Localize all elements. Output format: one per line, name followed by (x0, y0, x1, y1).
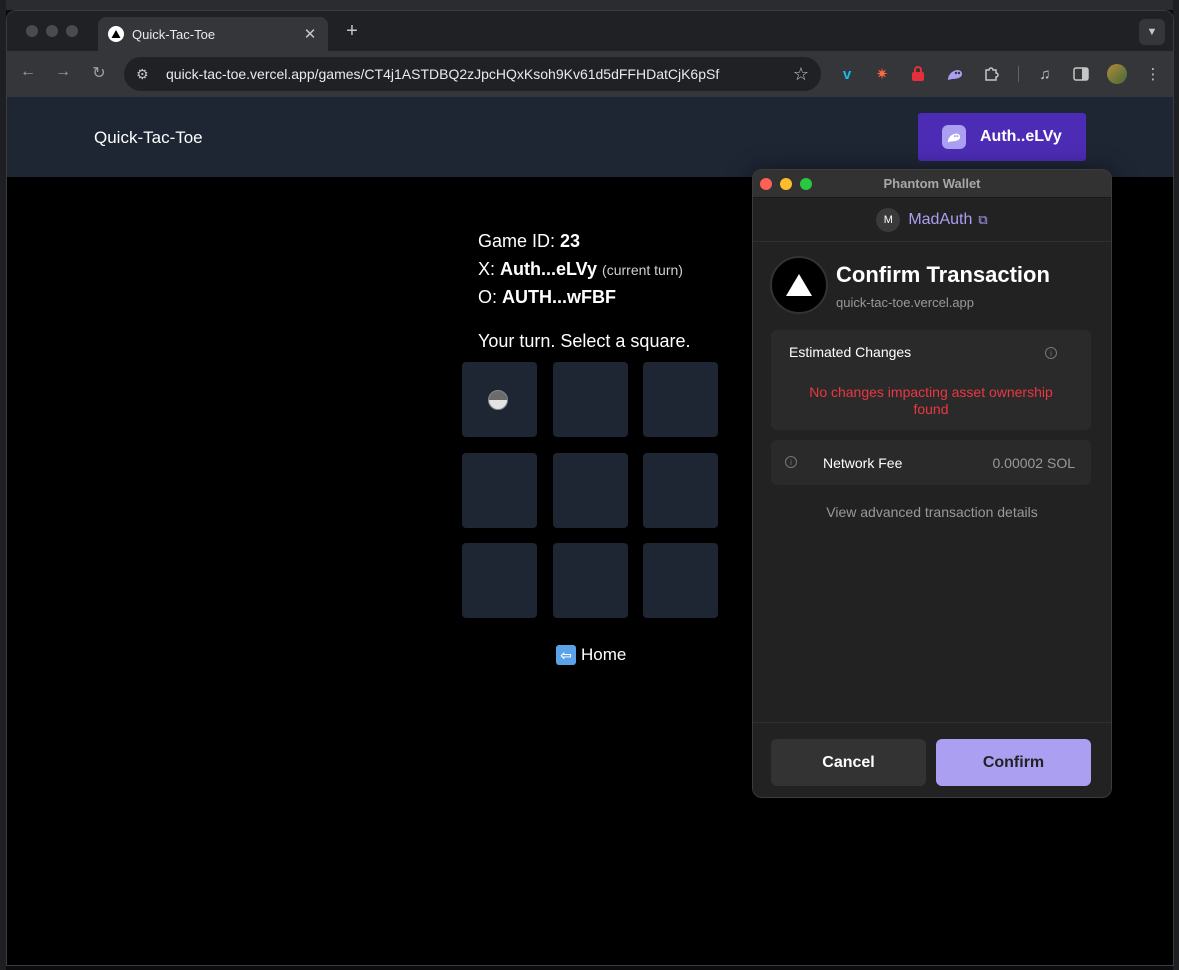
estimated-changes-card: Estimated Changes i No changes impacting… (771, 330, 1091, 430)
site-settings-icon[interactable]: ⚙ (136, 66, 156, 83)
loading-cursor-icon (488, 390, 508, 410)
forward-icon[interactable]: → (52, 63, 74, 81)
vercel-favicon-icon (108, 26, 124, 42)
phantom-icon (942, 125, 966, 149)
phantom-wallet-popup: Phantom Wallet M MadAuth ⧉ Confirm Trans… (752, 169, 1112, 798)
confirm-button[interactable]: Confirm (936, 739, 1091, 786)
close-icon[interactable]: ✕ (302, 25, 318, 43)
popup-titlebar: Phantom Wallet (753, 170, 1111, 198)
player-o-address: AUTH...wFBF (502, 287, 617, 307)
player-o-label: O: (478, 287, 503, 307)
url-text[interactable]: quick-tac-toe.vercel.app/games/CT4j1ASTD… (166, 66, 793, 82)
board-square-9[interactable] (643, 543, 718, 618)
account-name: MadAuth (908, 210, 973, 228)
game-id-label: Game ID: (478, 231, 561, 251)
left-arrow-icon: ⇦ (556, 645, 576, 665)
lock-extension-icon[interactable] (907, 63, 929, 85)
chevron-down-icon[interactable]: ▼ (1139, 19, 1165, 45)
sidebar-icon[interactable] (1070, 63, 1092, 85)
site-title[interactable]: Quick-Tac-Toe (94, 128, 203, 148)
current-turn-note: (current turn) (602, 262, 683, 278)
board-square-6[interactable] (643, 453, 718, 528)
window-zoom-dot[interactable] (66, 25, 78, 37)
player-x-label: X: (478, 259, 501, 279)
game-id-line: Game ID: 23 (478, 231, 580, 252)
network-fee-row: i Network Fee 0.00002 SOL (771, 440, 1091, 485)
tab-title: Quick-Tac-Toe (132, 26, 216, 42)
board-square-8[interactable] (553, 543, 628, 618)
address-bar[interactable]: ⚙ quick-tac-toe.vercel.app/games/CT4j1AS… (124, 57, 821, 91)
dapp-domain: quick-tac-toe.vercel.app (836, 295, 975, 310)
info-icon[interactable]: i (1045, 347, 1057, 359)
board-square-5[interactable] (553, 453, 628, 528)
new-tab-icon[interactable]: + (340, 20, 364, 43)
toolbar-divider (1018, 66, 1019, 82)
wallet-address-label: Auth..eLVy (980, 128, 1062, 145)
desktop-top-edge (0, 0, 1179, 10)
estimated-changes-title: Estimated Changes (789, 344, 912, 360)
wallet-button[interactable]: Auth..eLVy (918, 113, 1086, 161)
popup-title: Phantom Wallet (883, 176, 981, 191)
info-icon[interactable]: i (785, 456, 797, 468)
account-avatar: M (876, 207, 901, 232)
copy-icon[interactable]: ⧉ (978, 212, 987, 228)
board-square-3[interactable] (643, 362, 718, 437)
game-id-value: 23 (560, 231, 581, 251)
window-close-dot[interactable] (26, 25, 38, 37)
advanced-details-link[interactable]: View advanced transaction details (753, 504, 1111, 520)
reload-icon[interactable]: ↻ (88, 63, 110, 83)
estimated-changes-warning: No changes impacting asset ownership fou… (809, 384, 1053, 417)
board-square-4[interactable] (462, 453, 537, 528)
browser-toolbar: ← → ↻ ⚙ quick-tac-toe.vercel.app/games/C… (7, 51, 1173, 97)
tab-quick-tac-toe[interactable]: Quick-Tac-Toe ✕ (98, 17, 328, 51)
site-header: Quick-Tac-Toe Auth..eLVy (7, 97, 1173, 177)
cancel-button[interactable]: Cancel (771, 739, 926, 786)
vimeo-icon[interactable]: v (836, 63, 858, 85)
player-x-line: X: Auth...eLVy (current turn) (478, 259, 683, 280)
home-link[interactable]: ⇦ Home (556, 645, 626, 665)
dapp-logo (770, 256, 828, 314)
puzzle-icon[interactable] (980, 63, 1002, 85)
player-x-address: Auth...eLVy (500, 259, 598, 279)
window-minimize-dot[interactable] (46, 25, 58, 37)
popup-footer: Cancel Confirm (753, 722, 1111, 797)
menu-icon[interactable]: ⋮ (1142, 63, 1164, 85)
star-icon[interactable]: ☆ (793, 64, 809, 85)
back-icon[interactable]: ← (17, 63, 39, 81)
turn-status: Your turn. Select a square. (478, 331, 691, 351)
profile-avatar[interactable] (1106, 63, 1128, 85)
board-square-1[interactable] (462, 362, 537, 437)
network-fee-label: Network Fee (823, 455, 903, 471)
confirm-heading: Confirm Transaction (836, 262, 1050, 287)
home-label: Home (581, 645, 627, 664)
phantom-icon[interactable] (944, 63, 966, 85)
media-icon[interactable]: ♫ (1034, 63, 1056, 85)
board-square-2[interactable] (553, 362, 628, 437)
tab-strip: Quick-Tac-Toe ✕ + ▼ (7, 11, 1173, 51)
board-square-7[interactable] (462, 543, 537, 618)
network-fee-value: 0.00002 SOL (992, 455, 1075, 471)
burst-icon[interactable]: ✷ (871, 63, 893, 85)
account-selector[interactable]: M MadAuth ⧉ (753, 198, 1111, 242)
player-o-line: O: AUTH...wFBF (478, 287, 616, 308)
